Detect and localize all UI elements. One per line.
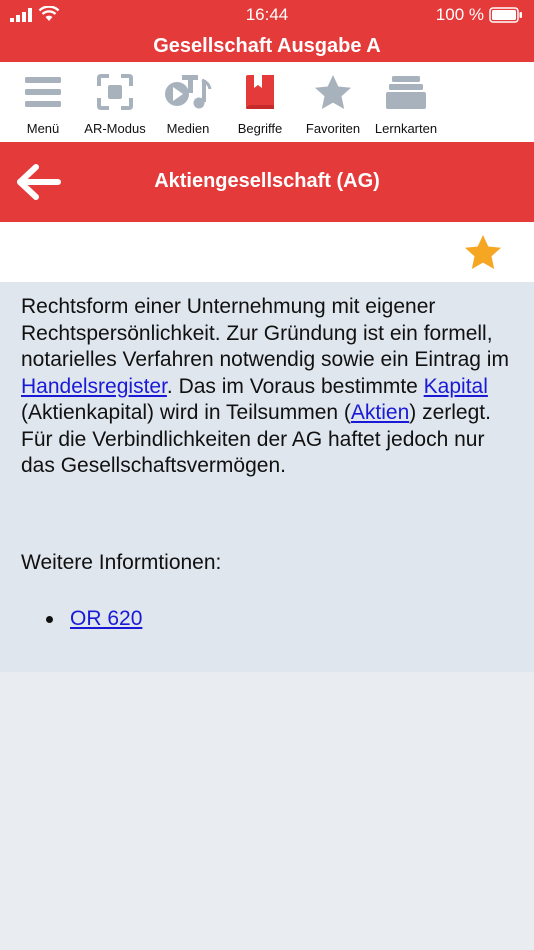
battery-percent: 100 % [435,5,484,24]
or-620-link[interactable]: OR 620 [70,607,142,630]
favorite-star-icon[interactable] [464,234,502,270]
list-bullet [46,616,53,623]
toolbar-favorites-button[interactable]: Favoriten [298,62,368,142]
favorite-row [0,222,534,282]
toolbar: Menü AR-Modus Medien Begriffe Favoriten … [0,62,534,142]
article-text-1: Rechtsform einer Unternehmung mit eigene… [21,295,509,371]
toolbar-flashcards-label: Lernkarten [374,121,438,136]
menu-icon [25,77,61,107]
page-title: Aktiengesellschaft (AG) [154,170,380,192]
media-icon [165,75,212,109]
toolbar-favorites-label: Favoriten [305,121,361,136]
header-bar: Aktiengesellschaft (AG) [0,142,534,222]
toolbar-media-label: Medien [166,121,210,136]
toolbar-flashcards-button[interactable]: Lernkarten [370,62,442,142]
battery-icon [489,7,522,23]
kapital-link[interactable]: Kapital [424,375,488,398]
toolbar-ar-mode-label: AR-Modus [84,121,146,136]
toolbar-menu-label: Menü [26,121,60,136]
aktien-link[interactable]: Aktien [351,401,409,424]
book-icon [246,75,274,109]
handelsregister-link[interactable]: Handelsregister [21,375,167,398]
flashcards-icon [386,76,426,109]
toolbar-terms-button[interactable]: Begriffe [228,62,292,142]
article-body: Rechtsform einer Unternehmung mit eigene… [21,294,521,480]
toolbar-menu-button[interactable]: Menü [12,62,74,142]
article-content: Rechtsform einer Unternehmung mit eigene… [0,282,534,672]
article-text-2: . Das im Voraus bestimmte [166,374,424,398]
toolbar-media-button[interactable]: Medien [155,62,221,142]
toolbar-ar-mode-button[interactable]: AR-Modus [80,62,150,142]
more-info-list: OR 620 [46,607,142,631]
app-title: Gesellschaft Ausgabe A [0,30,534,62]
article-text-3: (Aktienkapital) wird in Teilsummen ( [21,401,351,424]
star-icon [315,75,351,109]
ar-scan-icon [97,74,133,110]
status-bar: 16:44 100 % [0,0,534,30]
more-info-label: Weitere Informtionen: [21,551,222,574]
toolbar-terms-label: Begriffe [237,121,283,136]
